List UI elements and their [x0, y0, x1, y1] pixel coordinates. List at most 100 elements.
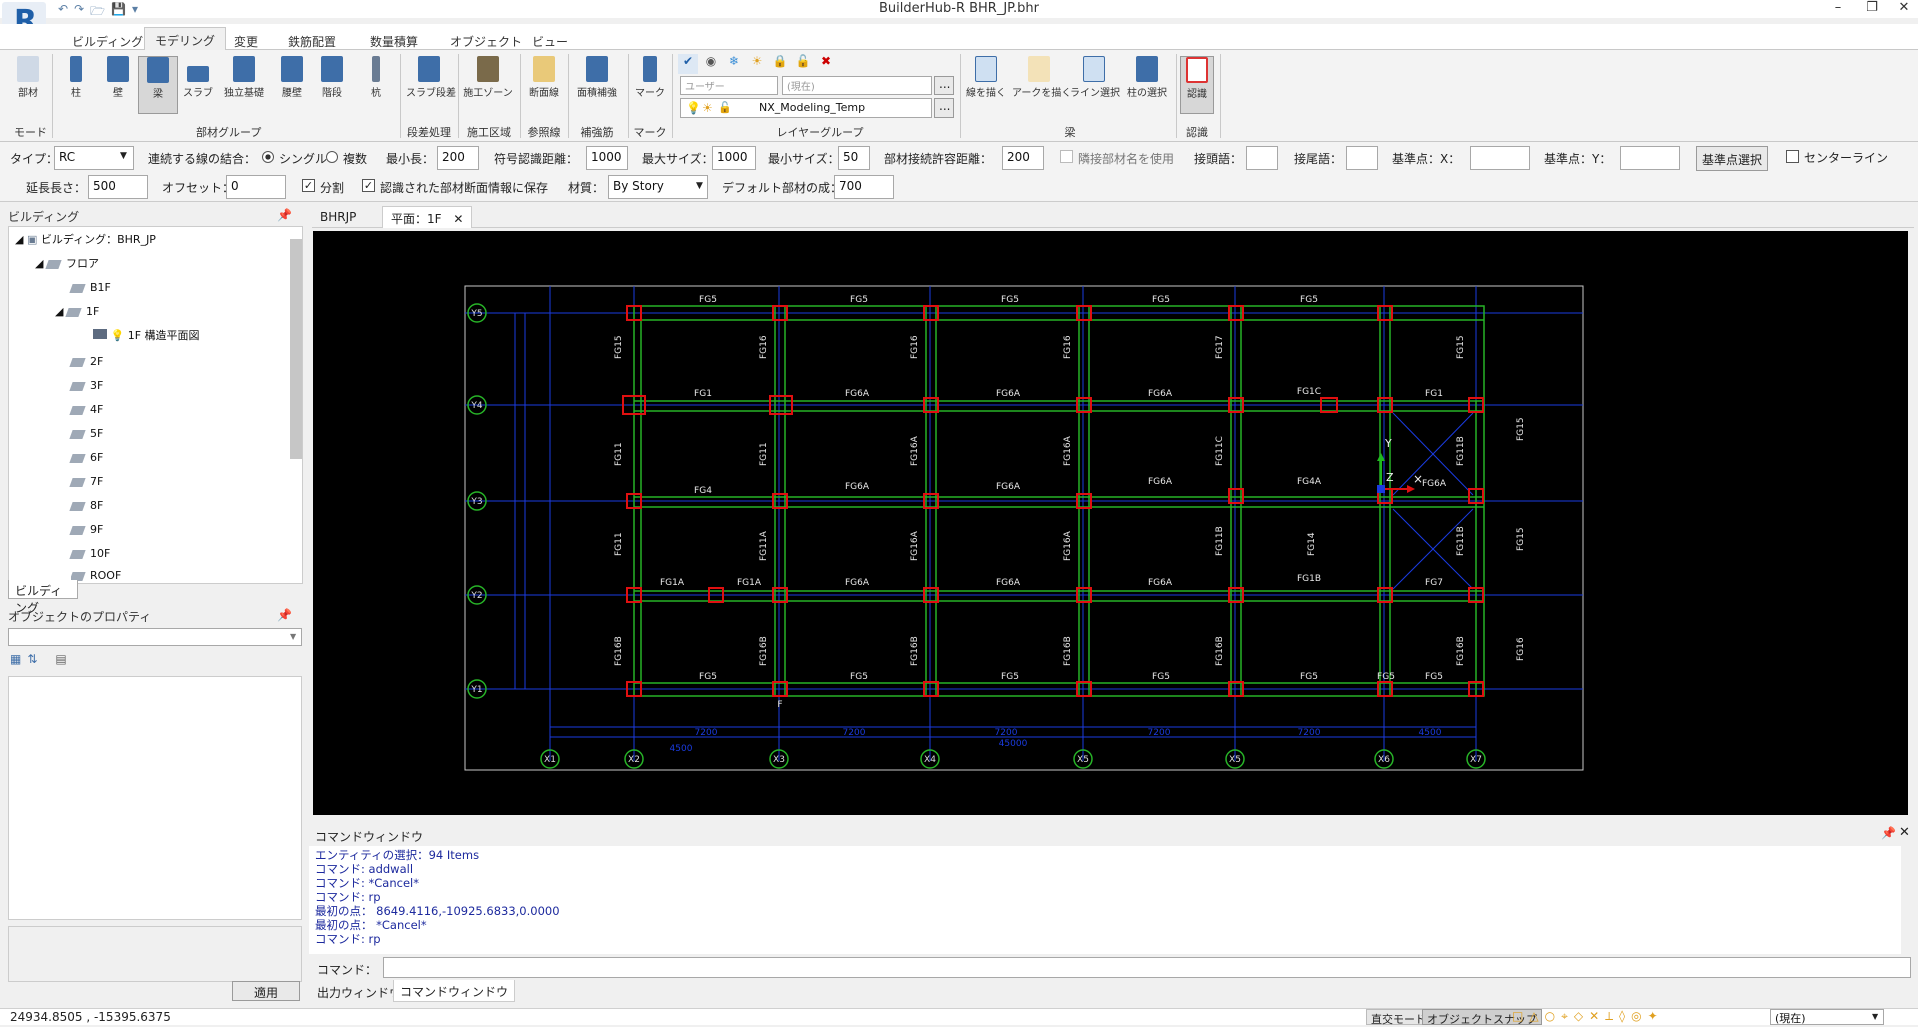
apply-button[interactable]: 適用	[232, 981, 300, 1001]
tab-bhrjp[interactable]: BHRJP	[314, 208, 362, 226]
snap-midpoint-icon[interactable]: △	[1529, 1009, 1538, 1025]
prefix-input[interactable]	[1246, 146, 1278, 170]
adjacent-checkbox[interactable]	[1060, 150, 1073, 163]
single-radio[interactable]	[262, 151, 274, 163]
tab-output-window[interactable]: 出力ウィンドウ	[313, 982, 405, 1003]
eye-icon[interactable]: ◉	[701, 54, 721, 74]
snap-nearest-icon[interactable]: ✦	[1648, 1009, 1658, 1025]
structural-plan[interactable]: Y5 Y4 Y3 Y2 Y1 X1 X2 X3 X4 X5 X5 X6 X7 F…	[313, 231, 1908, 815]
layer-more-button[interactable]: ...	[934, 76, 954, 95]
area-reinforce-button[interactable]: 面積補強	[572, 56, 622, 99]
column-button[interactable]: 柱	[56, 56, 96, 99]
construction-zone-button[interactable]: 施工ゾーン	[462, 56, 514, 99]
tab-modify[interactable]: 変更	[224, 29, 268, 50]
minimize-icon[interactable]: –	[1824, 0, 1852, 18]
unlock-icon[interactable]: 🔓	[793, 54, 813, 74]
sun-icon[interactable]: ☀	[747, 54, 767, 74]
default-depth-input[interactable]: 700	[834, 175, 894, 199]
current-select[interactable]: (現在)	[782, 76, 932, 95]
wall-button[interactable]: 壁	[98, 56, 138, 99]
sign-distance-input[interactable]: 1000	[586, 146, 628, 170]
multi-radio[interactable]	[326, 151, 338, 163]
redo-icon[interactable]: ↷	[74, 2, 84, 18]
tree-plan-1f[interactable]: 💡 1F 構造平面図	[93, 327, 200, 345]
user-select[interactable]: ユーザー	[680, 76, 778, 95]
save-icon[interactable]: 💾	[111, 2, 126, 18]
section-line-button[interactable]: 断面線	[524, 56, 564, 99]
tree-floor-5f[interactable]: 5F	[69, 425, 103, 443]
drawing-canvas[interactable]: Y5 Y4 Y3 Y2 Y1 X1 X2 X3 X4 X5 X5 X6 X7 F…	[313, 231, 1908, 815]
min-length-input[interactable]: 200	[437, 146, 479, 170]
tolerance-input[interactable]: 200	[1002, 146, 1044, 170]
undo-icon[interactable]: ↶	[58, 2, 68, 18]
line-select-button[interactable]: ライン選択	[1070, 56, 1120, 99]
lock-icon[interactable]: 🔒	[770, 54, 790, 74]
tab-building-panel[interactable]: ビルディング	[8, 580, 78, 615]
tree-floor-b1f[interactable]: B1F	[69, 279, 111, 297]
draw-arc-button[interactable]: アークを描く	[1012, 56, 1071, 99]
status-current-select[interactable]: (現在)	[1770, 1009, 1884, 1025]
tab-view[interactable]: ビュー	[522, 29, 578, 50]
tree-building[interactable]: ◢ ▣ ビルディング：BHR_JP	[15, 231, 156, 249]
more-icon[interactable]: ▾	[132, 2, 138, 18]
snap-endpoint-icon[interactable]: □	[1512, 1009, 1523, 1025]
snap-tangent-icon[interactable]: ◎	[1631, 1009, 1641, 1025]
base-y-input[interactable]	[1620, 146, 1680, 170]
pin-icon[interactable]: 📌	[277, 608, 292, 622]
material-select[interactable]: By Story	[608, 175, 708, 199]
tree-floor-1f[interactable]: ◢ 1F	[55, 303, 99, 321]
snap-perpendicular-icon[interactable]: ⟂	[1605, 1009, 1613, 1025]
tab-modeling[interactable]: モデリング	[144, 27, 227, 51]
draw-line-button[interactable]: 線を描く	[964, 56, 1008, 99]
tree-floor-roof[interactable]: ROOF	[71, 567, 121, 581]
slab-button[interactable]: スラブ	[178, 56, 218, 99]
mark-button[interactable]: マーク	[632, 56, 668, 99]
tree-floor-10f[interactable]: 10F	[69, 545, 110, 563]
tree-scrollbar[interactable]	[290, 239, 302, 459]
max-size-input[interactable]: 1000	[712, 146, 756, 170]
tree-floor-6f[interactable]: 6F	[69, 449, 103, 467]
tab-plan-1f[interactable]: 平面：1F ✕	[382, 206, 473, 228]
close-tab-icon[interactable]: ✕	[453, 212, 463, 226]
snap-quadrant-icon[interactable]: ◇	[1574, 1009, 1583, 1025]
tab-object[interactable]: オブジェクト	[440, 29, 532, 50]
column-select-button[interactable]: 柱の選択	[1124, 56, 1170, 99]
sort-az-icon[interactable]: ⇅	[27, 652, 37, 666]
extension-input[interactable]: 500	[88, 175, 148, 199]
tab-quantity[interactable]: 数量積算	[360, 29, 428, 50]
command-input[interactable]	[383, 957, 1911, 978]
slab-step-button[interactable]: スラブ段差	[406, 56, 456, 99]
tree-floor-7f[interactable]: 7F	[69, 473, 103, 491]
waist-wall-button[interactable]: 腰壁	[272, 56, 312, 99]
tab-rebar[interactable]: 鉄筋配置	[278, 29, 346, 50]
object-select[interactable]	[8, 628, 302, 646]
open-icon[interactable]: 🗁	[90, 2, 105, 18]
tree-floor-4f[interactable]: 4F	[69, 401, 103, 419]
snap-insert-icon[interactable]: ◊	[1619, 1009, 1625, 1025]
tree-floor-9f[interactable]: 9F	[69, 521, 103, 539]
base-point-button[interactable]: 基準点選択	[1696, 146, 1769, 171]
tree-floors[interactable]: ◢ フロア	[35, 255, 99, 273]
check-icon[interactable]: ✔	[678, 54, 698, 74]
close-icon[interactable]: ✕	[1899, 825, 1910, 840]
member-button[interactable]: 部材	[8, 56, 48, 99]
beam-button[interactable]: 梁	[138, 56, 178, 114]
offset-input[interactable]: 0	[226, 175, 286, 199]
tab-building[interactable]: ビルディング	[62, 29, 153, 50]
recognize-button[interactable]: 認識	[1180, 56, 1214, 114]
snap-intersection-icon[interactable]: ✕	[1589, 1009, 1599, 1025]
centerline-checkbox[interactable]	[1786, 150, 1799, 163]
freeze-icon[interactable]: ❄	[724, 54, 744, 74]
delete-icon[interactable]: ✖	[816, 54, 836, 74]
property-pages-icon[interactable]: ▤	[55, 652, 66, 666]
min-size-input[interactable]: 50	[838, 146, 870, 170]
base-x-input[interactable]	[1470, 146, 1530, 170]
restore-icon[interactable]: ❐	[1858, 0, 1886, 18]
layer-more-button-2[interactable]: ...	[934, 98, 954, 118]
pin-icon[interactable]: 📌	[1881, 826, 1896, 840]
snap-center-icon[interactable]: ○	[1545, 1009, 1555, 1025]
tree-floor-8f[interactable]: 8F	[69, 497, 103, 515]
tab-command-window[interactable]: コマンドウィンドウ	[393, 980, 516, 1002]
tree-floor-2f[interactable]: 2F	[69, 353, 103, 371]
footing-button[interactable]: 独立基礎	[224, 56, 264, 99]
